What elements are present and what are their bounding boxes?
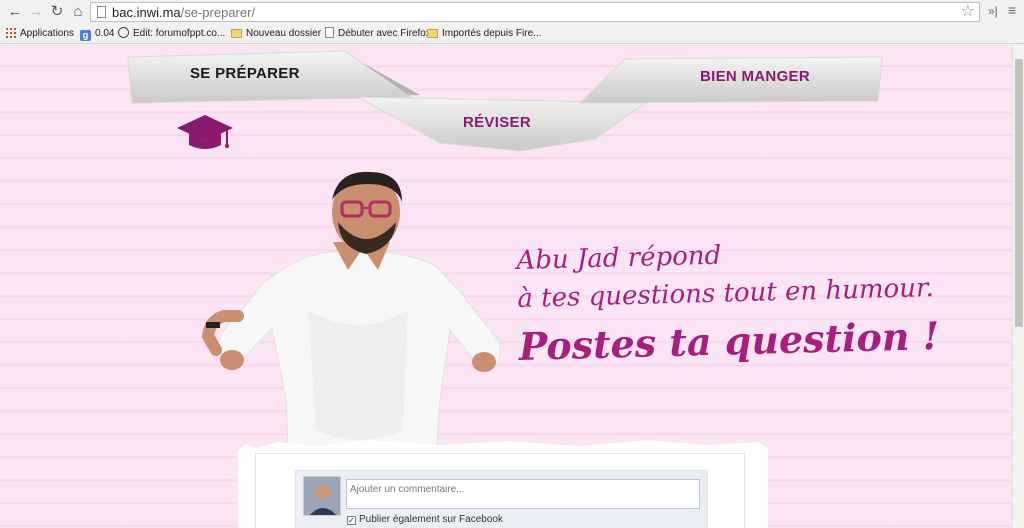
bookmark-nouveau-dossier[interactable]: Nouveau dossier [231,26,321,42]
bookmark-applications[interactable]: Applications [5,26,74,42]
folder-icon [427,29,438,38]
bookmark-star-icon[interactable]: ☆ [961,3,975,21]
bookmark-label: 0.04 [95,28,115,39]
page-icon [97,6,106,18]
back-arrow-icon[interactable]: ← [6,3,24,21]
bookmarks-bar: Applications g 0.04 Edit: forumofppt.co..… [0,24,1024,44]
nav-se-preparer-label: SE PRÉPARER [190,65,300,82]
edit-site-icon [118,27,129,38]
nav-reviser-label: RÉVISER [463,114,531,131]
bookmark-label: Applications [20,28,74,39]
bookmark-edit-forum[interactable]: Edit: forumofppt.co... [118,26,225,42]
share-label: Publier également sur Facebook [359,514,503,525]
page-icon [325,27,334,38]
share-facebook-option[interactable]: ✓ Publier également sur Facebook [347,514,503,525]
bookmark-label: Edit: forumofppt.co... [133,28,226,39]
bookmark-google[interactable]: g 0.04 [80,26,114,42]
menu-icon[interactable]: ≡ [1008,2,1016,18]
vertical-scrollbar[interactable] [1012,45,1024,528]
hero-headline: Abu Jad répond à tes questions tout en h… [516,232,940,375]
browser-toolbar: ← → ↻ ⌂ bac.inwi.ma/se-preparer/ ☆ »| ≡ [0,0,1024,24]
hero-line-3: Postes ta question ! [518,312,940,369]
comment-input[interactable]: Ajouter un commentaire... [346,479,700,509]
extensions-chevron-icon[interactable]: »| [988,4,998,18]
folder-icon [231,29,242,38]
address-bar[interactable]: bac.inwi.ma/se-preparer/ ☆ [90,2,980,22]
apps-icon [5,27,16,38]
url-path: /se-preparer/ [180,5,256,20]
bookmark-debuter-firefox[interactable]: Débuter avec Firefox [325,26,431,42]
graduation-cap-icon [177,115,233,149]
forward-arrow-icon[interactable]: → [27,3,45,21]
bookmark-label: Nouveau dossier [246,28,322,39]
bookmark-importes-firefox[interactable]: Importés depuis Fire... [427,26,541,42]
page-content: SE PRÉPARER RÉVISER BIEN MANGER Abu Jad … [0,45,1012,528]
share-checkbox[interactable]: ✓ [347,516,356,525]
scrollbar-thumb[interactable] [1015,59,1023,327]
reload-icon[interactable]: ↻ [48,3,66,21]
user-avatar [303,476,341,516]
home-icon[interactable]: ⌂ [69,3,87,21]
bookmark-label: Importés depuis Fire... [442,28,542,39]
url-text: bac.inwi.ma/se-preparer/ [112,5,255,20]
nav-ribbons [127,50,883,152]
url-host: bac.inwi.ma [112,5,181,20]
bookmark-label: Débuter avec Firefox [338,28,431,39]
google-icon: g [80,30,91,41]
nav-bien-manger-label: BIEN MANGER [700,68,810,85]
